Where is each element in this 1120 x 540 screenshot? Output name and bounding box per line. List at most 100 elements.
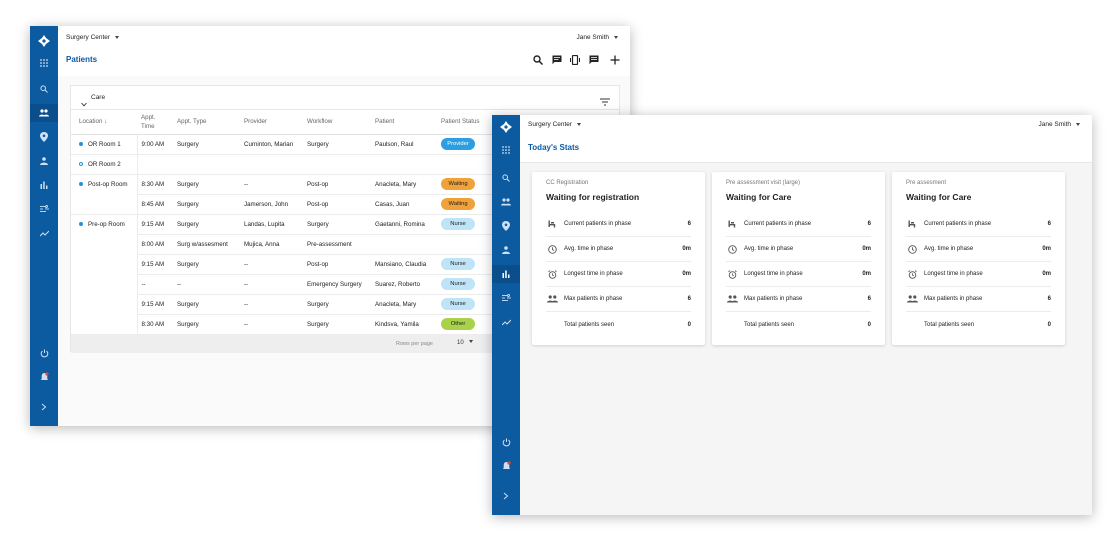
expand-icon[interactable] (30, 398, 58, 416)
cell-workflow: Post-op (303, 254, 371, 275)
cell-patient: Kindsva, Yamila (371, 314, 437, 335)
chevron-down-icon (1076, 122, 1080, 126)
cell-location (71, 314, 138, 335)
vibrate-icon[interactable] (568, 53, 582, 67)
stats-card: CC Registration Waiting for registration C… (532, 172, 705, 345)
notifications-icon[interactable] (492, 457, 520, 475)
stat-value: 6 (1047, 221, 1051, 227)
column-header-location[interactable]: Location ↓ (71, 110, 137, 135)
tune-icon[interactable] (30, 200, 58, 218)
cell-time: 8:00 AM (137, 234, 173, 255)
cell-provider (240, 154, 303, 175)
person-icon[interactable] (30, 152, 58, 170)
page-title: Patients (66, 55, 98, 64)
location-icon[interactable] (492, 217, 520, 235)
status-badge[interactable]: Waiting (441, 198, 475, 210)
cell-patient: Anacleta, Mary (371, 294, 437, 315)
cell-provider: -- (240, 254, 303, 275)
chat-icon[interactable] (587, 53, 601, 67)
column-header-appt-time[interactable]: Appt. Time (137, 110, 173, 135)
column-header-provider[interactable]: Provider (240, 110, 303, 135)
cell-time: 9:15 AM (137, 214, 173, 235)
stat-icon-placeholder (726, 320, 738, 330)
person-icon[interactable] (492, 241, 520, 259)
stat-row: Max patients in phase 6 (726, 287, 871, 312)
logo-icon[interactable] (492, 116, 520, 138)
people-icon (726, 294, 738, 304)
message-icon[interactable] (550, 53, 564, 67)
cell-provider: Jamerson, John (240, 194, 303, 215)
apps-icon[interactable] (30, 54, 58, 72)
location-icon[interactable] (30, 128, 58, 146)
alarm-icon (906, 269, 918, 279)
cell-location (71, 294, 138, 314)
cell-patient: Mansiano, Claudia (371, 254, 437, 275)
stat-value: 0 (867, 321, 871, 328)
logo-icon[interactable] (30, 30, 58, 52)
clock-icon (726, 244, 738, 254)
people-icon[interactable] (30, 104, 58, 122)
cell-type: Surgery (173, 134, 240, 155)
cell-patient: Anacleta, Mary (371, 174, 437, 195)
apps-icon[interactable] (492, 141, 520, 159)
column-header-workflow[interactable]: Workflow (303, 110, 371, 135)
clock-icon (906, 244, 918, 254)
cell-location: OR Room 1 (71, 134, 138, 155)
rows-per-page-select[interactable]: 10 (457, 340, 473, 346)
status-badge[interactable]: Nurse (441, 278, 475, 290)
trend-icon[interactable] (492, 313, 520, 331)
cell-provider: -- (240, 274, 303, 295)
stat-icon-placeholder (546, 320, 558, 330)
stat-value: 0m (862, 246, 871, 252)
people-icon[interactable] (492, 193, 520, 211)
column-header-appt-type[interactable]: Appt. Type (173, 110, 240, 135)
search-icon[interactable] (492, 169, 520, 187)
org-selector[interactable]: Surgery Center (66, 34, 120, 41)
alarm-icon (546, 269, 558, 279)
status-badge[interactable]: Nurse (441, 298, 475, 310)
status-badge[interactable]: Nurse (441, 218, 475, 230)
nav-rail (492, 115, 520, 515)
cell-patient: Paulson, Raul (371, 134, 437, 155)
tune-icon[interactable] (492, 289, 520, 307)
cell-time: -- (137, 274, 173, 295)
stat-label: Longest time in phase (744, 271, 803, 277)
cell-time: 9:15 AM (137, 254, 173, 275)
org-selector[interactable]: Surgery Center (528, 121, 582, 128)
stat-value: 0 (1047, 321, 1051, 328)
filter-icon[interactable] (600, 93, 610, 111)
status-dot-icon (79, 182, 83, 187)
trend-icon[interactable] (30, 224, 58, 242)
bar-chart-icon[interactable] (492, 265, 520, 283)
care-header[interactable]: Care (71, 86, 619, 110)
status-dot-icon (79, 141, 83, 146)
column-header-patient[interactable]: Patient (371, 110, 437, 135)
cell-patient: Casas, Juan (371, 194, 437, 215)
status-badge[interactable]: Waiting (441, 178, 475, 190)
power-icon[interactable] (30, 344, 58, 362)
cell-workflow: Pre-assessment (303, 234, 371, 255)
status-badge[interactable]: Other (441, 318, 475, 330)
user-menu[interactable]: Jane Smith (576, 34, 618, 41)
status-badge[interactable]: Nurse (441, 258, 475, 270)
org-name: Surgery Center (528, 121, 573, 128)
expand-icon[interactable] (492, 487, 520, 505)
location-label: OR Room 1 (88, 140, 121, 148)
power-icon[interactable] (492, 433, 520, 451)
cell-workflow: Emergency Surgery (303, 274, 371, 295)
status-badge[interactable]: Provider (441, 138, 475, 150)
stat-value: 6 (867, 221, 871, 227)
stat-label: Longest time in phase (924, 271, 983, 277)
card-heading: Waiting for Care (906, 192, 972, 202)
add-icon[interactable] (608, 53, 622, 67)
chevron-down-icon[interactable] (81, 94, 87, 112)
search-icon[interactable] (531, 53, 545, 67)
rows-per-page-label: Rows per page (396, 340, 433, 347)
stat-value: 0m (862, 271, 871, 277)
user-name: Jane Smith (576, 34, 609, 41)
notifications-icon[interactable] (30, 368, 58, 386)
cell-workflow: Post-op (303, 194, 371, 215)
search-icon[interactable] (30, 80, 58, 98)
user-menu[interactable]: Jane Smith (1038, 121, 1080, 128)
bar-chart-icon[interactable] (30, 176, 58, 194)
